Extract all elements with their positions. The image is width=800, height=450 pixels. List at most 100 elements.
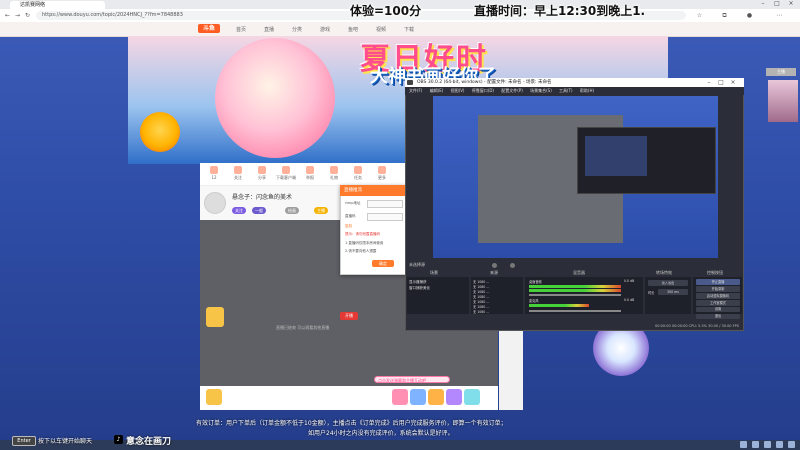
gift-icon[interactable] (428, 389, 444, 405)
obs-menu-bar: 文件(F) 编辑(E) 视图(V) 停靠窗口(D) 配置文件(P) 场景集合(S… (405, 87, 744, 95)
source-item[interactable]: 无 1080 ... (473, 309, 489, 314)
menu-item[interactable]: 视图(V) (451, 88, 465, 93)
room-tool[interactable]: 任务 (348, 166, 368, 181)
danmaku-input[interactable]: 点击发送弹幕和主播互动吧 (374, 376, 450, 383)
refresh-icon[interactable]: ↻ (23, 11, 32, 20)
virtual-camera-button[interactable]: 启动虚拟摄像机 (696, 293, 740, 299)
tray-icon[interactable] (740, 441, 747, 448)
scene-item[interactable]: 显示器捕获 (409, 280, 427, 285)
maximize-icon[interactable]: □ (716, 79, 726, 87)
close-icon[interactable]: × (728, 79, 738, 87)
gift-icon[interactable] (410, 389, 426, 405)
streamer-thumbnail[interactable] (768, 80, 798, 122)
studio-mode-button[interactable]: 工作室模式 (696, 300, 740, 306)
room-tool[interactable]: 关注 (228, 166, 248, 181)
dialog-note: 1.直播码仅限本房间使用 (345, 241, 384, 245)
start-recording-button[interactable]: 开始录制 (696, 286, 740, 292)
volume-slider[interactable] (529, 294, 621, 296)
gift-icon[interactable] (206, 389, 222, 405)
side-thumb-label: 主播 (766, 68, 796, 76)
close-icon[interactable]: × (786, 0, 796, 8)
anime-character-image (215, 38, 335, 158)
avatar[interactable] (204, 192, 226, 214)
badge: 一般 (252, 207, 266, 214)
stream-offline-text: 直播已结束 可以观看其他直播 (276, 325, 330, 330)
volume-slider[interactable] (529, 310, 621, 312)
room-tool[interactable]: 12 (204, 166, 224, 180)
nav-item[interactable]: 游戏 (320, 26, 330, 33)
site-logo[interactable]: 斗鱼 (198, 24, 220, 33)
menu-item[interactable]: 帮助(H) (580, 88, 594, 93)
obs-status-bar: 00:00:00 00:00:00 CPU: 5.3% 30.00 / 30.0… (406, 322, 743, 330)
copy-link[interactable]: 复制 (345, 224, 352, 229)
chat-hint: 按下以车键开始聊天 (38, 438, 93, 445)
star-icon[interactable]: ☆ (695, 11, 704, 20)
download-icon (282, 166, 290, 174)
settings-button[interactable]: 设置 (696, 307, 740, 312)
streamer-name: 悬念子：闪念鱼的美术 (232, 194, 293, 201)
scene-item[interactable]: 窗口捕获美化 (409, 286, 430, 291)
gear-icon[interactable] (492, 263, 497, 268)
start-stream-button[interactable]: 开播 (340, 312, 358, 320)
stream-key-field[interactable] (367, 213, 403, 221)
maximize-icon[interactable]: □ (772, 0, 782, 8)
badge: 关注 (232, 207, 246, 214)
stop-streaming-button[interactable]: 停止直播 (696, 279, 740, 285)
dialog-label: rtmp地址 (345, 201, 361, 205)
menu-item[interactable]: 文件(F) (409, 88, 422, 93)
tray-icon[interactable] (776, 441, 783, 448)
mixer-channel-db: 0.0 dB (624, 298, 635, 302)
menu-item[interactable]: 编辑(E) (430, 88, 444, 93)
tray-icon[interactable] (764, 441, 771, 448)
menu-item[interactable]: 工具(T) (559, 88, 573, 93)
nav-item[interactable]: 鱼吧 (348, 26, 358, 33)
room-tool[interactable]: 分享 (252, 166, 272, 181)
forward-icon[interactable]: → (13, 11, 22, 20)
transition-select[interactable]: 淡入淡出 (648, 280, 688, 286)
room-tool[interactable]: 礼物 (324, 166, 344, 181)
minimize-icon[interactable]: – (758, 0, 768, 8)
obs-title: OBS 30.0.2 (64-bit, windows) - 配置文件: 未命名… (417, 80, 552, 85)
dialog-label: 直播码 (345, 214, 356, 218)
menu-item[interactable]: 场景集合(S) (530, 88, 552, 93)
no-source-label: 未选择源 (409, 262, 425, 267)
minimize-icon[interactable]: – (704, 79, 714, 87)
browser-tab[interactable]: 达凯赛网络 (10, 1, 105, 9)
badge: 主播 (314, 207, 328, 214)
nav-item[interactable]: 首页 (236, 26, 246, 33)
streamer-handle: 意念在画刀 (126, 437, 172, 447)
menu-item[interactable]: 配置文件(P) (501, 88, 523, 93)
rtmp-url-field[interactable] (367, 200, 403, 208)
exit-button[interactable]: 退出 (696, 314, 740, 319)
nav-item[interactable]: 直播 (264, 26, 274, 33)
profile-icon[interactable]: ● (745, 11, 754, 20)
sources-dock-title: 来源 (490, 270, 498, 275)
duration-input[interactable]: 300 ms (658, 289, 688, 295)
menu-item[interactable]: 停靠窗口(D) (472, 88, 494, 93)
extensions-icon[interactable]: ⧉ (720, 11, 729, 20)
dialog-note: 2.请不要向他人透露 (345, 249, 377, 253)
tray-icon[interactable] (788, 441, 795, 448)
enter-key-badge: Enter (12, 436, 36, 446)
filter-icon[interactable] (510, 263, 515, 268)
schedule-overlay: 直播时间：早上12:30到晚上1. (474, 4, 646, 18)
room-tool[interactable]: 更多 (372, 166, 392, 181)
gift-icon[interactable] (392, 389, 408, 405)
gift-icon (330, 166, 338, 174)
mixer-channel-name: 麦克风 (529, 299, 539, 303)
gift-icon[interactable] (446, 389, 462, 405)
gift-icon[interactable] (464, 389, 480, 405)
back-icon[interactable]: ← (3, 11, 12, 20)
audio-meter (529, 304, 589, 307)
tray-icon[interactable] (752, 441, 759, 448)
nav-item[interactable]: 分类 (292, 26, 302, 33)
room-tool[interactable]: 举报 (300, 166, 320, 181)
room-tool[interactable]: 下载客户端 (276, 166, 296, 181)
treasure-box-icon[interactable] (206, 307, 224, 327)
nav-item[interactable]: 下载 (404, 26, 414, 33)
confirm-button[interactable]: 确定 (372, 260, 394, 267)
nav-item[interactable]: 视频 (376, 26, 386, 33)
obs-logo-icon (407, 80, 413, 85)
points-overlay: 体验=100分 (350, 4, 422, 18)
menu-icon[interactable]: ⋯ (775, 11, 784, 20)
